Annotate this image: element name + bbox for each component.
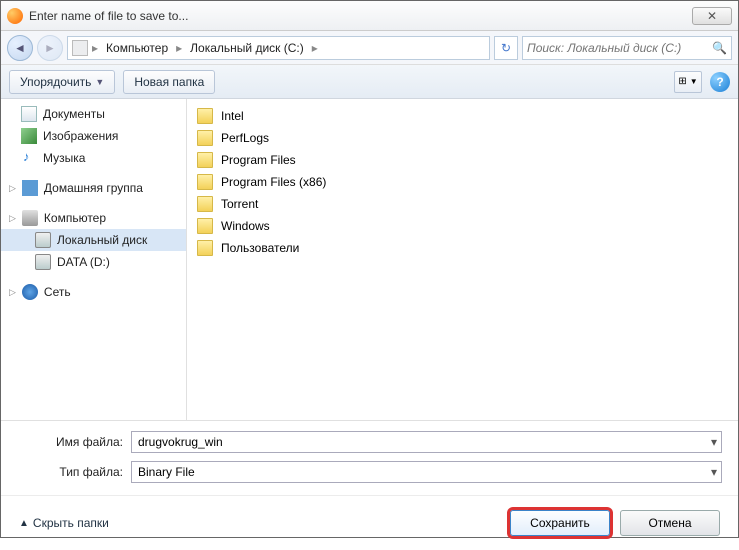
file-item[interactable]: Пользователи [195,237,730,259]
toolbar: Упорядочить ▼ Новая папка ⊞ ▼ ? [1,65,738,99]
file-item[interactable]: PerfLogs [195,127,730,149]
file-name: Program Files [221,153,296,167]
tree-item-homegroup[interactable]: ▷Домашняя группа [1,177,186,199]
cancel-button[interactable]: Отмена [620,510,720,536]
organize-button[interactable]: Упорядочить ▼ [9,70,115,94]
folder-icon [197,218,213,234]
filetype-value: Binary File [138,465,195,479]
firefox-icon [7,8,23,24]
new-folder-label: Новая папка [134,75,204,89]
fields-area: Имя файла: ▾ Тип файла: Binary File ▾ [1,421,738,495]
view-options-button[interactable]: ⊞ ▼ [674,71,702,93]
chevron-down-icon[interactable]: ▾ [711,435,717,449]
file-name: Пользователи [221,241,299,255]
tree-item-images[interactable]: Изображения [1,125,186,147]
file-name: Intel [221,109,244,123]
filename-label: Имя файла: [25,435,131,449]
filename-input[interactable] [138,435,715,449]
homegroup-icon [22,180,38,196]
help-button[interactable]: ? [710,72,730,92]
drive-icon [35,254,51,270]
nav-row: ◄ ► ▸ Компьютер ▸ Локальный диск (C:) ▸ … [1,31,738,65]
file-item[interactable]: Torrent [195,193,730,215]
tree-item-computer[interactable]: ▷Компьютер [1,207,186,229]
folder-icon [197,174,213,190]
chevron-right-icon: ▸ [310,41,320,55]
search-icon: 🔍 [712,41,727,55]
chevron-down-icon: ▼ [95,77,104,87]
filetype-select[interactable]: Binary File ▾ [131,461,722,483]
new-folder-button[interactable]: Новая папка [123,70,215,94]
breadcrumb[interactable]: ▸ Компьютер ▸ Локальный диск (C:) ▸ [67,36,490,60]
music-icon [21,150,37,166]
document-icon [21,106,37,122]
hide-folders-button[interactable]: ▲ Скрыть папки [19,516,109,530]
titlebar: Enter name of file to save to... ✕ [1,1,738,31]
folder-icon [197,130,213,146]
file-item[interactable]: Program Files [195,149,730,171]
tree-item-local-disk[interactable]: Локальный диск [1,229,186,251]
nav-tree[interactable]: Документы Изображения Музыка ▷Домашняя г… [1,99,187,420]
chevron-down-icon[interactable]: ▾ [711,465,717,479]
filetype-label: Тип файла: [25,465,131,479]
tree-item-network[interactable]: ▷Сеть [1,281,186,303]
breadcrumb-seg-drive[interactable]: Локальный диск (C:) [186,41,308,55]
save-button[interactable]: Сохранить [510,510,610,536]
body-area: Документы Изображения Музыка ▷Домашняя г… [1,99,738,421]
organize-label: Упорядочить [20,75,91,89]
file-name: Program Files (x86) [221,175,326,189]
expand-icon: ▷ [9,213,16,224]
filetype-row: Тип файла: Binary File ▾ [25,461,722,483]
save-file-dialog: Enter name of file to save to... ✕ ◄ ► ▸… [0,0,739,538]
window-title: Enter name of file to save to... [29,9,692,23]
expand-icon: ▷ [9,183,16,194]
file-name: PerfLogs [221,131,269,145]
file-item[interactable]: Intel [195,105,730,127]
breadcrumb-seg-computer[interactable]: Компьютер [102,41,172,55]
image-icon [21,128,37,144]
filename-control[interactable]: ▾ [131,431,722,453]
file-name: Torrent [221,197,258,211]
forward-button[interactable]: ► [37,35,63,61]
folder-icon [197,240,213,256]
footer: ▲ Скрыть папки Сохранить Отмена [1,495,738,550]
tree-item-music[interactable]: Музыка [1,147,186,169]
computer-icon [22,210,38,226]
chevron-right-icon: ▸ [174,41,184,55]
drive-icon [72,40,88,56]
file-name: Windows [221,219,270,233]
search-box[interactable]: 🔍 [522,36,732,60]
file-item[interactable]: Program Files (x86) [195,171,730,193]
tree-item-documents[interactable]: Документы [1,103,186,125]
refresh-button[interactable]: ↻ [494,36,518,60]
drive-icon [35,232,51,248]
chevron-down-icon: ▼ [690,77,698,86]
hide-folders-label: Скрыть папки [33,516,109,530]
folder-icon [197,152,213,168]
back-button[interactable]: ◄ [7,35,33,61]
search-input[interactable] [527,41,712,55]
tree-item-data-disk[interactable]: DATA (D:) [1,251,186,273]
folder-icon [197,108,213,124]
view-icon: ⊞ [678,76,686,87]
expand-icon: ▷ [9,287,16,298]
file-item[interactable]: Windows [195,215,730,237]
network-icon [22,284,38,300]
chevron-right-icon: ▸ [90,41,100,55]
chevron-up-icon: ▲ [19,518,29,529]
filename-row: Имя файла: ▾ [25,431,722,453]
folder-icon [197,196,213,212]
file-list[interactable]: Intel PerfLogs Program Files Program Files … [187,99,738,420]
close-button[interactable]: ✕ [692,7,732,25]
